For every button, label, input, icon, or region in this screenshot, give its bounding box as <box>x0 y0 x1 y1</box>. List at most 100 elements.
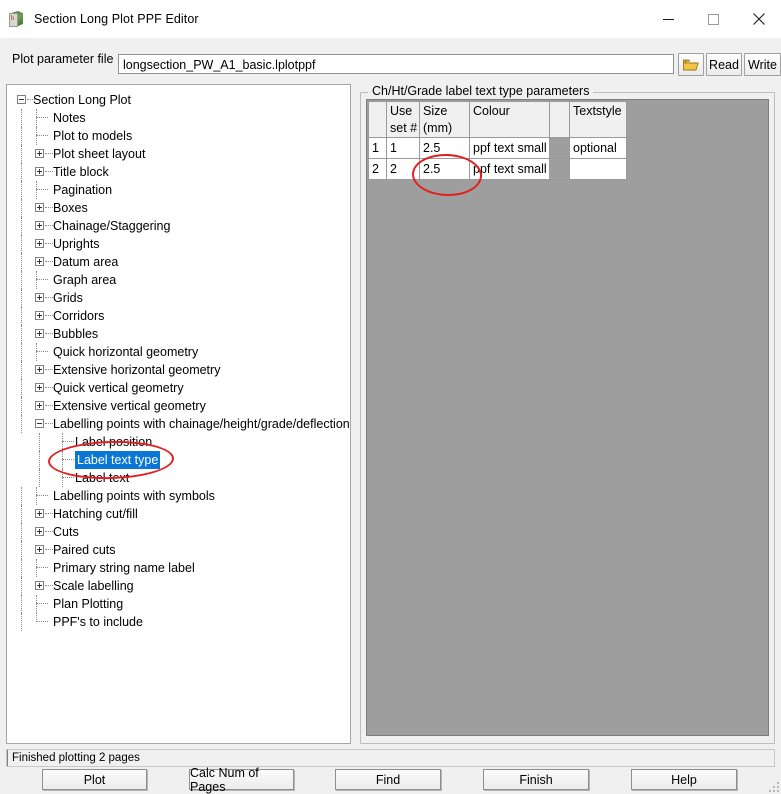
plot-parameter-file-input[interactable]: longsection_PW_A1_basic.lplotppf <box>118 54 674 74</box>
tree-item-label: Uprights <box>53 237 100 251</box>
tree-item-section-long-plot[interactable]: Section Long Plot <box>13 91 350 109</box>
colour-swatch[interactable] <box>549 158 570 180</box>
expand-icon[interactable] <box>35 581 44 590</box>
tree-item-grids[interactable]: Grids <box>13 289 350 307</box>
tree-connector <box>45 405 53 407</box>
help-button[interactable]: Help <box>631 769 737 790</box>
tree-item-labelling-points-with-symbols[interactable]: Labelling points with symbols <box>13 487 350 505</box>
tree-item-cuts[interactable]: Cuts <box>13 523 350 541</box>
tree-item-paired-cuts[interactable]: Paired cuts <box>13 541 350 559</box>
tree-item-label: Quick horizontal geometry <box>53 345 199 359</box>
tree-item-plot-sheet-layout[interactable]: Plot sheet layout <box>13 145 350 163</box>
row-number-cell[interactable]: 1 <box>368 137 387 159</box>
table-row[interactable]: 2 2 2.5 ppf text small <box>368 158 627 180</box>
grid-column-header[interactable]: Colour <box>469 101 550 138</box>
tree-item-primary-string-name-label[interactable]: Primary string name label <box>13 559 350 577</box>
tree-item-title-block[interactable]: Title block <box>13 163 350 181</box>
tree-item-label-text-type[interactable]: Label text type <box>13 451 350 469</box>
expand-icon[interactable] <box>35 167 44 176</box>
grid-corner-header[interactable] <box>368 101 387 138</box>
tree-item-label: Extensive vertical geometry <box>53 399 206 413</box>
minimize-icon[interactable] <box>646 0 691 38</box>
tree-item-chainage-staggering[interactable]: Chainage/Staggering <box>13 217 350 235</box>
tree-item-extensive-horizontal-geometry[interactable]: Extensive horizontal geometry <box>13 361 350 379</box>
resize-grip-icon[interactable] <box>765 778 779 792</box>
table-row[interactable]: 1 1 2.5 ppf text small optional <box>368 137 627 159</box>
parameters-grid-area[interactable]: Use set # Size (mm) Colour Textstyle 1 1 2.5 ppf… <box>366 99 769 736</box>
expand-icon[interactable] <box>35 149 44 158</box>
grid-column-header[interactable]: Size (mm) <box>419 101 470 138</box>
colour-swatch[interactable] <box>549 137 570 159</box>
tree-item-label-text[interactable]: Label text <box>13 469 350 487</box>
tree-item-quick-horizontal-geometry[interactable]: Quick horizontal geometry <box>13 343 350 361</box>
write-button[interactable]: Write <box>744 53 781 76</box>
tree-item-graph-area[interactable]: Graph area <box>13 271 350 289</box>
textstyle-cell[interactable]: optional <box>569 137 627 159</box>
label-text-type-grid[interactable]: Use set # Size (mm) Colour Textstyle 1 1 2.5 ppf… <box>368 101 627 180</box>
expand-icon[interactable] <box>35 365 44 374</box>
expand-icon[interactable] <box>35 221 44 230</box>
use-set-cell[interactable]: 2 <box>386 158 420 180</box>
tree-connector <box>45 261 53 263</box>
grid-column-header[interactable]: Use set # <box>386 101 420 138</box>
settings-tree-panel[interactable]: Section Long Plot Notes Plot to models Plot… <box>6 84 351 744</box>
use-set-cell[interactable]: 1 <box>386 137 420 159</box>
expand-icon[interactable] <box>35 383 44 392</box>
calc-num-of-pages-button[interactable]: Calc Num of Pages <box>189 766 294 794</box>
tree-item-hatching-cut-fill[interactable]: Hatching cut/fill <box>13 505 350 523</box>
expand-icon[interactable] <box>35 545 44 554</box>
expand-icon[interactable] <box>35 527 44 536</box>
tree-connector <box>21 289 23 307</box>
expand-icon[interactable] <box>35 293 44 302</box>
tree-item-extensive-vertical-geometry[interactable]: Extensive vertical geometry <box>13 397 350 415</box>
expand-icon[interactable] <box>35 257 44 266</box>
grid-body[interactable]: 1 1 2.5 ppf text small optional 2 2 2.5 ppf text… <box>368 137 627 180</box>
tree-item-bubbles[interactable]: Bubbles <box>13 325 350 343</box>
collapse-icon[interactable] <box>17 95 26 104</box>
tree-item-boxes[interactable]: Boxes <box>13 199 350 217</box>
tree-item-pagination[interactable]: Pagination <box>13 181 350 199</box>
tree-item-label-position[interactable]: Label position <box>13 433 350 451</box>
plot-button[interactable]: Plot <box>42 769 147 790</box>
tree-connector <box>39 469 41 487</box>
tree-item-labelling-points-with-chainage-height-grade-deflection[interactable]: Labelling points with chainage/height/gr… <box>13 415 350 433</box>
row-number-cell[interactable]: 2 <box>368 158 387 180</box>
tree-item-notes[interactable]: Notes <box>13 109 350 127</box>
expand-icon[interactable] <box>35 329 44 338</box>
tree-connector <box>36 127 38 145</box>
finish-button[interactable]: Finish <box>483 769 589 790</box>
tree-connector <box>45 315 53 317</box>
textstyle-cell[interactable] <box>569 158 627 180</box>
size-mm-cell[interactable]: 2.5 <box>419 137 470 159</box>
grid-column-header[interactable]: Textstyle <box>569 101 627 138</box>
tree-item-plot-to-models[interactable]: Plot to models <box>13 127 350 145</box>
tree-connector <box>21 271 23 289</box>
expand-icon[interactable] <box>35 509 44 518</box>
expand-icon[interactable] <box>35 203 44 212</box>
collapse-icon[interactable] <box>35 419 44 428</box>
tree-item-ppf-s-to-include[interactable]: PPF's to include <box>13 613 350 631</box>
expand-icon[interactable] <box>35 239 44 248</box>
close-icon[interactable] <box>736 0 781 38</box>
grid-column-header[interactable] <box>549 101 570 138</box>
expand-icon[interactable] <box>35 311 44 320</box>
expand-icon[interactable] <box>35 401 44 410</box>
tree-connector <box>45 243 53 245</box>
maximize-icon[interactable] <box>691 0 736 38</box>
colour-cell[interactable]: ppf text small <box>469 137 550 159</box>
tree-item-corridors[interactable]: Corridors <box>13 307 350 325</box>
tree-item-quick-vertical-geometry[interactable]: Quick vertical geometry <box>13 379 350 397</box>
tree-item-plan-plotting[interactable]: Plan Plotting <box>13 595 350 613</box>
tree-item-uprights[interactable]: Uprights <box>13 235 350 253</box>
settings-tree[interactable]: Section Long Plot Notes Plot to models Plot… <box>7 85 350 631</box>
tree-connector <box>21 253 23 271</box>
colour-cell[interactable]: ppf text small <box>469 158 550 180</box>
tree-connector <box>45 513 53 515</box>
tree-connector <box>36 109 38 127</box>
tree-item-datum-area[interactable]: Datum area <box>13 253 350 271</box>
folder-open-icon[interactable] <box>678 53 704 76</box>
find-button[interactable]: Find <box>335 769 441 790</box>
read-button[interactable]: Read <box>706 53 742 76</box>
tree-item-scale-labelling[interactable]: Scale labelling <box>13 577 350 595</box>
size-mm-cell[interactable]: 2.5 <box>419 158 470 180</box>
